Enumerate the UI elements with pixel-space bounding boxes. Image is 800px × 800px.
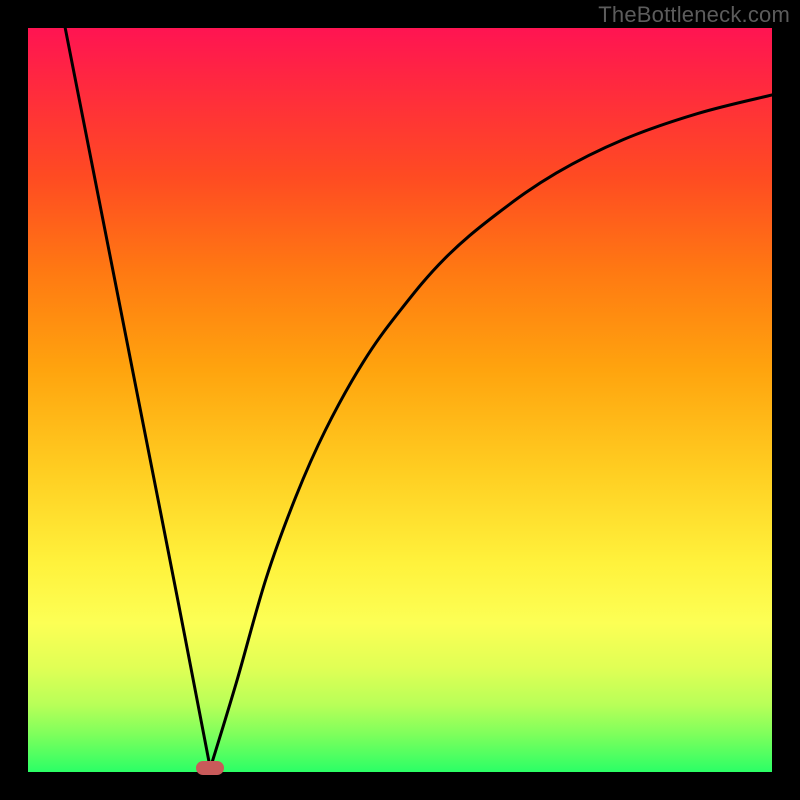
bottleneck-curve (28, 28, 772, 772)
chart-frame: TheBottleneck.com (0, 0, 800, 800)
curve-left-descent (65, 28, 210, 768)
plot-area (28, 28, 772, 772)
watermark-text: TheBottleneck.com (598, 2, 790, 28)
curve-right-ascent (210, 95, 772, 768)
optimal-marker (196, 761, 224, 775)
